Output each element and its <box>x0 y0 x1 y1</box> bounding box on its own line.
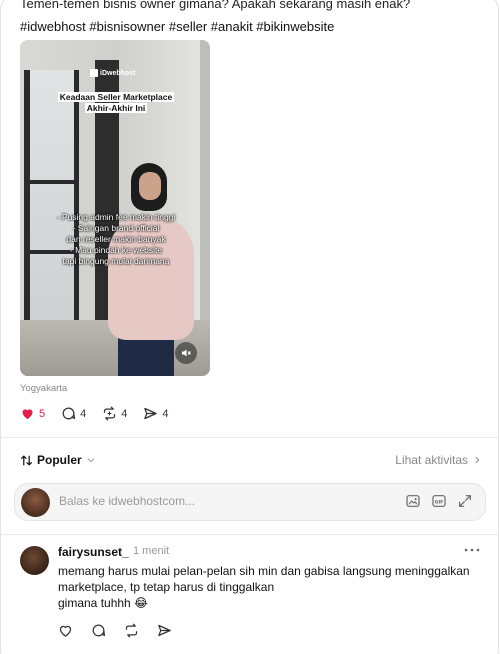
mute-icon <box>182 349 191 357</box>
comment-text: memang harus mulai pelan-pelan sih min d… <box>58 564 470 610</box>
reply-tools: GIF <box>405 493 473 514</box>
like-button[interactable]: 5 <box>20 406 45 421</box>
sort-icon <box>21 455 32 465</box>
repost-icon <box>104 406 116 421</box>
post-hashtags[interactable]: #idwebhost #bisnisowner #seller #anakit … <box>20 19 334 34</box>
chevron-right-icon <box>475 456 480 464</box>
post-text-cut: Temen-temen bisnis owner gimana? Apakah … <box>20 0 411 11</box>
repost-count: 4 <box>121 407 128 420</box>
avatar <box>21 488 50 517</box>
comment-like-button[interactable] <box>58 623 73 638</box>
gif-icon: GIF <box>432 495 446 507</box>
gif-button[interactable]: GIF <box>431 493 447 514</box>
reply-input[interactable] <box>59 494 359 508</box>
repost-button[interactable]: 4 <box>102 406 127 421</box>
repost-icon <box>125 623 138 638</box>
view-activity-link[interactable]: Lihat aktivitas <box>395 453 482 467</box>
video-logo: iDwebhost <box>90 69 135 77</box>
comment-share-button[interactable] <box>157 623 172 638</box>
comment-username[interactable]: fairysunset_ <box>58 545 129 559</box>
svg-text:GIF: GIF <box>435 499 444 505</box>
reply-count: 4 <box>80 407 87 420</box>
activity-label: Lihat aktivitas <box>395 453 468 467</box>
share-count: 4 <box>162 407 169 420</box>
divider <box>0 437 499 438</box>
expand-button[interactable] <box>457 493 473 514</box>
comment-actions <box>58 623 172 638</box>
comment-icon <box>92 624 106 637</box>
share-icon <box>158 624 171 637</box>
post-video[interactable]: iDwebhost Keadaan Seller Marketplace Akh… <box>20 40 210 376</box>
image-icon <box>406 495 420 507</box>
divider <box>0 534 499 535</box>
heart-icon <box>59 625 72 637</box>
reply-button[interactable]: 4 <box>61 406 86 421</box>
sort-dropdown[interactable]: Populer <box>20 453 96 467</box>
comment-repost-button[interactable] <box>124 623 139 638</box>
video-title: Keadaan Seller Marketplace Akhir-Akhir I… <box>57 92 175 113</box>
share-button[interactable]: 4 <box>143 406 169 421</box>
more-button[interactable] <box>464 541 480 556</box>
mute-button[interactable] <box>175 342 197 364</box>
image-button[interactable] <box>405 493 421 514</box>
chevron-down-icon <box>87 458 94 463</box>
comment-icon <box>62 407 76 420</box>
video-caption: - Pusing admin fee makin tinggi - Sainga… <box>56 212 176 266</box>
post-location[interactable]: Yogyakarta <box>20 383 67 394</box>
reply-composer: GIF <box>14 483 486 521</box>
comment-reply-button[interactable] <box>91 623 106 638</box>
expand-icon <box>459 495 471 507</box>
heart-icon <box>22 409 33 420</box>
more-icon <box>464 548 480 552</box>
share-icon <box>144 407 158 420</box>
post-actions: 5 4 4 4 <box>20 406 169 421</box>
avatar[interactable] <box>20 546 49 575</box>
like-count: 5 <box>39 407 46 420</box>
comment-time: 1 menit <box>133 545 170 557</box>
sort-label: Populer <box>37 453 82 467</box>
